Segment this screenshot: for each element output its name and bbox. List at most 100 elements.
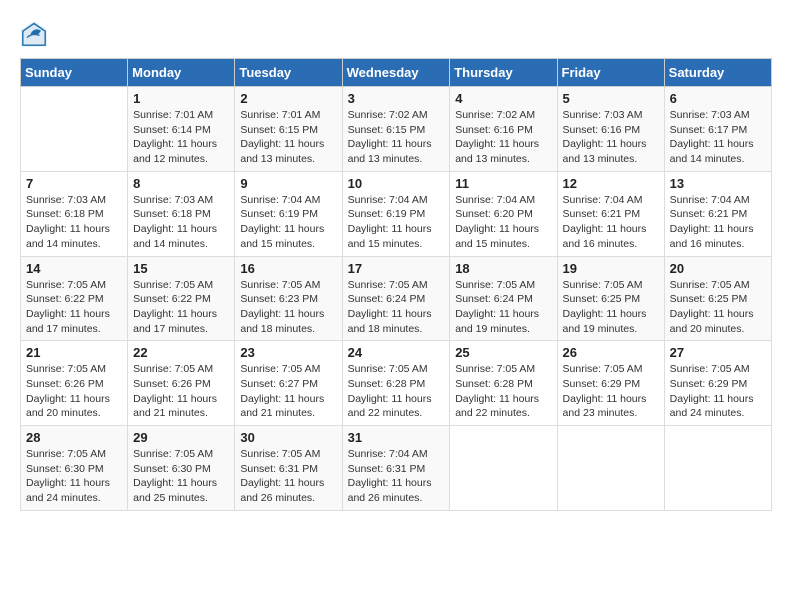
logo (20, 20, 52, 48)
day-info: Sunrise: 7:05 AMSunset: 6:24 PMDaylight:… (455, 278, 551, 337)
calendar-cell: 28 Sunrise: 7:05 AMSunset: 6:30 PMDayligh… (21, 426, 128, 511)
day-number: 7 (26, 176, 122, 191)
day-info: Sunrise: 7:04 AMSunset: 6:31 PMDaylight:… (348, 447, 445, 506)
calendar-cell: 31 Sunrise: 7:04 AMSunset: 6:31 PMDayligh… (342, 426, 450, 511)
calendar-cell: 25Sunrise: 7:05 AMSunset: 6:28 PMDayligh… (450, 341, 557, 426)
day-info: Sunrise: 7:05 AMSunset: 6:22 PMDaylight:… (26, 278, 122, 337)
day-number: 29 (133, 430, 229, 445)
calendar-cell: 24Sunrise: 7:05 AMSunset: 6:28 PMDayligh… (342, 341, 450, 426)
calendar-cell: 2 Sunrise: 7:01 AMSunset: 6:15 PMDaylight… (235, 87, 342, 172)
day-number: 26 (563, 345, 659, 360)
day-info: Sunrise: 7:05 AMSunset: 6:22 PMDaylight:… (133, 278, 229, 337)
day-info: Sunrise: 7:01 AMSunset: 6:14 PMDaylight:… (133, 108, 229, 167)
calendar-cell: 26 Sunrise: 7:05 AMSunset: 6:29 PMDayligh… (557, 341, 664, 426)
calendar-cell: 12 Sunrise: 7:04 AMSunset: 6:21 PMDayligh… (557, 171, 664, 256)
week-row-5: 28 Sunrise: 7:05 AMSunset: 6:30 PMDayligh… (21, 426, 772, 511)
calendar-cell: 18 Sunrise: 7:05 AMSunset: 6:24 PMDayligh… (450, 256, 557, 341)
calendar-cell: 16Sunrise: 7:05 AMSunset: 6:23 PMDayligh… (235, 256, 342, 341)
calendar-cell (557, 426, 664, 511)
col-header-wednesday: Wednesday (342, 59, 450, 87)
day-info: Sunrise: 7:05 AMSunset: 6:28 PMDaylight:… (455, 362, 551, 421)
day-info: Sunrise: 7:05 AMSunset: 6:26 PMDaylight:… (133, 362, 229, 421)
day-info: Sunrise: 7:03 AMSunset: 6:18 PMDaylight:… (133, 193, 229, 252)
day-number: 2 (240, 91, 336, 106)
day-info: Sunrise: 7:05 AMSunset: 6:29 PMDaylight:… (563, 362, 659, 421)
day-number: 18 (455, 261, 551, 276)
day-info: Sunrise: 7:05 AMSunset: 6:27 PMDaylight:… (240, 362, 336, 421)
day-number: 23 (240, 345, 336, 360)
calendar-cell (664, 426, 771, 511)
day-info: Sunrise: 7:04 AMSunset: 6:21 PMDaylight:… (563, 193, 659, 252)
week-row-4: 21 Sunrise: 7:05 AMSunset: 6:26 PMDayligh… (21, 341, 772, 426)
day-number: 14 (26, 261, 122, 276)
day-number: 15 (133, 261, 229, 276)
day-number: 27 (670, 345, 766, 360)
calendar-cell: 13 Sunrise: 7:04 AMSunset: 6:21 PMDayligh… (664, 171, 771, 256)
calendar-cell: 15 Sunrise: 7:05 AMSunset: 6:22 PMDayligh… (128, 256, 235, 341)
calendar-cell: 3 Sunrise: 7:02 AMSunset: 6:15 PMDaylight… (342, 87, 450, 172)
day-number: 6 (670, 91, 766, 106)
day-number: 19 (563, 261, 659, 276)
day-number: 24 (348, 345, 445, 360)
col-header-friday: Friday (557, 59, 664, 87)
day-number: 12 (563, 176, 659, 191)
day-info: Sunrise: 7:05 AMSunset: 6:30 PMDaylight:… (26, 447, 122, 506)
day-number: 13 (670, 176, 766, 191)
day-number: 9 (240, 176, 336, 191)
day-info: Sunrise: 7:05 AMSunset: 6:25 PMDaylight:… (670, 278, 766, 337)
col-header-saturday: Saturday (664, 59, 771, 87)
day-number: 10 (348, 176, 445, 191)
calendar-cell: 10 Sunrise: 7:04 AMSunset: 6:19 PMDayligh… (342, 171, 450, 256)
calendar-cell: 4Sunrise: 7:02 AMSunset: 6:16 PMDaylight… (450, 87, 557, 172)
col-header-sunday: Sunday (21, 59, 128, 87)
day-info: Sunrise: 7:05 AMSunset: 6:26 PMDaylight:… (26, 362, 122, 421)
calendar-cell: 20 Sunrise: 7:05 AMSunset: 6:25 PMDayligh… (664, 256, 771, 341)
day-info: Sunrise: 7:03 AMSunset: 6:18 PMDaylight:… (26, 193, 122, 252)
day-number: 31 (348, 430, 445, 445)
day-info: Sunrise: 7:05 AMSunset: 6:30 PMDaylight:… (133, 447, 229, 506)
day-info: Sunrise: 7:03 AMSunset: 6:16 PMDaylight:… (563, 108, 659, 167)
day-info: Sunrise: 7:04 AMSunset: 6:19 PMDaylight:… (348, 193, 445, 252)
day-info: Sunrise: 7:05 AMSunset: 6:25 PMDaylight:… (563, 278, 659, 337)
day-number: 5 (563, 91, 659, 106)
day-info: Sunrise: 7:05 AMSunset: 6:29 PMDaylight:… (670, 362, 766, 421)
calendar-cell: 6 Sunrise: 7:03 AMSunset: 6:17 PMDaylight… (664, 87, 771, 172)
calendar-cell: 1Sunrise: 7:01 AMSunset: 6:14 PMDaylight… (128, 87, 235, 172)
calendar-cell: 7 Sunrise: 7:03 AMSunset: 6:18 PMDaylight… (21, 171, 128, 256)
calendar-header-row: SundayMondayTuesdayWednesdayThursdayFrid… (21, 59, 772, 87)
col-header-thursday: Thursday (450, 59, 557, 87)
calendar-cell: 11 Sunrise: 7:04 AMSunset: 6:20 PMDayligh… (450, 171, 557, 256)
day-info: Sunrise: 7:02 AMSunset: 6:15 PMDaylight:… (348, 108, 445, 167)
day-number: 16 (240, 261, 336, 276)
calendar-cell: 22Sunrise: 7:05 AMSunset: 6:26 PMDayligh… (128, 341, 235, 426)
calendar-table: SundayMondayTuesdayWednesdayThursdayFrid… (20, 58, 772, 511)
calendar-cell: 19 Sunrise: 7:05 AMSunset: 6:25 PMDayligh… (557, 256, 664, 341)
week-row-1: 1Sunrise: 7:01 AMSunset: 6:14 PMDaylight… (21, 87, 772, 172)
day-number: 21 (26, 345, 122, 360)
day-number: 17 (348, 261, 445, 276)
day-number: 11 (455, 176, 551, 191)
page-header (20, 20, 772, 48)
calendar-cell (21, 87, 128, 172)
calendar-cell: 27 Sunrise: 7:05 AMSunset: 6:29 PMDayligh… (664, 341, 771, 426)
day-info: Sunrise: 7:01 AMSunset: 6:15 PMDaylight:… (240, 108, 336, 167)
calendar-cell: 9 Sunrise: 7:04 AMSunset: 6:19 PMDaylight… (235, 171, 342, 256)
day-number: 20 (670, 261, 766, 276)
day-number: 8 (133, 176, 229, 191)
calendar-cell: 30Sunrise: 7:05 AMSunset: 6:31 PMDayligh… (235, 426, 342, 511)
day-info: Sunrise: 7:02 AMSunset: 6:16 PMDaylight:… (455, 108, 551, 167)
day-info: Sunrise: 7:04 AMSunset: 6:21 PMDaylight:… (670, 193, 766, 252)
week-row-3: 14 Sunrise: 7:05 AMSunset: 6:22 PMDayligh… (21, 256, 772, 341)
calendar-cell: 8 Sunrise: 7:03 AMSunset: 6:18 PMDaylight… (128, 171, 235, 256)
calendar-cell: 14 Sunrise: 7:05 AMSunset: 6:22 PMDayligh… (21, 256, 128, 341)
day-info: Sunrise: 7:03 AMSunset: 6:17 PMDaylight:… (670, 108, 766, 167)
day-info: Sunrise: 7:04 AMSunset: 6:20 PMDaylight:… (455, 193, 551, 252)
day-number: 28 (26, 430, 122, 445)
day-number: 3 (348, 91, 445, 106)
day-info: Sunrise: 7:05 AMSunset: 6:24 PMDaylight:… (348, 278, 445, 337)
calendar-cell: 17 Sunrise: 7:05 AMSunset: 6:24 PMDayligh… (342, 256, 450, 341)
logo-icon (20, 20, 48, 48)
calendar-cell (450, 426, 557, 511)
day-info: Sunrise: 7:04 AMSunset: 6:19 PMDaylight:… (240, 193, 336, 252)
col-header-monday: Monday (128, 59, 235, 87)
